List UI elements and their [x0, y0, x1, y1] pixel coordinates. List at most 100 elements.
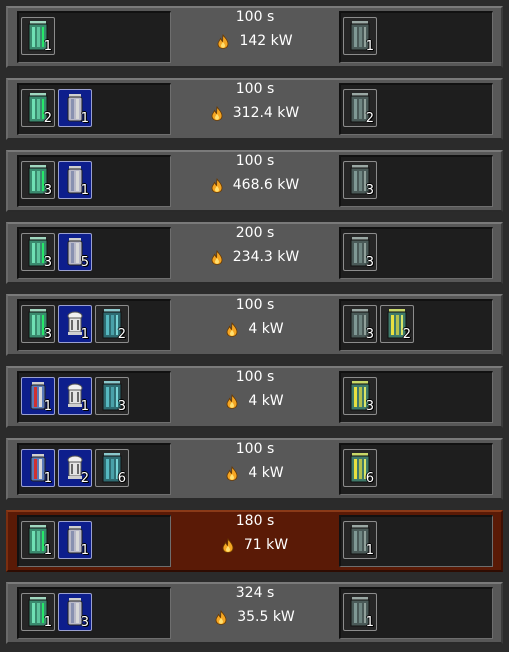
product-slots: 3 — [339, 371, 493, 423]
ingredient-slots: 1 — [17, 11, 171, 63]
recipe-row[interactable]: 1 3 324 s 35.5 kW 1 — [6, 582, 503, 644]
product-item[interactable]: 1 — [343, 593, 377, 631]
ingredient-item[interactable]: 3 — [21, 233, 55, 271]
product-slots: 1 — [339, 587, 493, 639]
ingredient-item[interactable]: 1 — [21, 17, 55, 55]
item-count: 3 — [365, 327, 374, 342]
item-count: 6 — [117, 471, 126, 486]
ingredient-item[interactable]: 1 — [58, 89, 92, 127]
product-item[interactable]: 3 — [343, 377, 377, 415]
power-output: 71 kW — [173, 537, 337, 553]
flame-icon — [215, 609, 227, 625]
ingredient-item[interactable]: 2 — [95, 305, 129, 343]
ingredient-item[interactable]: 1 — [21, 521, 55, 559]
ingredient-item[interactable]: 2 — [58, 449, 92, 487]
item-count: 1 — [43, 543, 52, 558]
item-count: 1 — [43, 471, 52, 486]
product-item[interactable]: 3 — [343, 305, 377, 343]
ingredient-item[interactable]: 3 — [21, 161, 55, 199]
product-item[interactable]: 1 — [343, 17, 377, 55]
craft-time: 180 s — [235, 513, 275, 529]
product-slots: 1 — [339, 11, 493, 63]
recipe-row[interactable]: 1 2 6 100 s 4 kW 6 — [6, 438, 503, 500]
product-item[interactable]: 2 — [343, 89, 377, 127]
recipe-info: 100 s 312.4 kW — [173, 80, 337, 138]
power-value: 142 kW — [239, 33, 293, 49]
item-count: 1 — [365, 39, 374, 54]
ingredient-item[interactable]: 6 — [95, 449, 129, 487]
item-count: 3 — [43, 327, 52, 342]
ingredient-item[interactable]: 1 — [21, 449, 55, 487]
flame-icon — [226, 465, 238, 481]
ingredient-item[interactable]: 5 — [58, 233, 92, 271]
craft-time: 100 s — [235, 81, 275, 97]
ingredient-item[interactable]: 1 — [58, 521, 92, 559]
ingredient-item[interactable]: 2 — [21, 89, 55, 127]
item-count: 1 — [43, 39, 52, 54]
product-slots: 1 — [339, 515, 493, 567]
recipe-info: 100 s 468.6 kW — [173, 152, 337, 210]
item-count: 3 — [43, 183, 52, 198]
ingredient-item[interactable]: 1 — [21, 593, 55, 631]
craft-time: 200 s — [235, 225, 275, 241]
ingredient-item[interactable]: 3 — [58, 593, 92, 631]
power-value: 35.5 kW — [237, 609, 295, 625]
flame-icon — [211, 177, 223, 193]
item-count: 1 — [43, 615, 52, 630]
item-count: 1 — [80, 543, 89, 558]
product-slots: 3 — [339, 155, 493, 207]
item-count: 1 — [80, 327, 89, 342]
ingredient-item[interactable]: 3 — [21, 305, 55, 343]
item-count: 3 — [43, 255, 52, 270]
ingredient-item[interactable]: 1 — [58, 377, 92, 415]
ingredient-item[interactable]: 1 — [58, 161, 92, 199]
item-count: 2 — [43, 111, 52, 126]
power-output: 468.6 kW — [173, 177, 337, 193]
flame-icon — [217, 33, 229, 49]
ingredient-item[interactable]: 1 — [58, 305, 92, 343]
flame-icon — [211, 105, 223, 121]
ingredient-item[interactable]: 1 — [21, 377, 55, 415]
power-value: 312.4 kW — [232, 105, 300, 121]
item-count: 5 — [80, 255, 89, 270]
recipe-row[interactable]: 1 1 180 s 71 kW 1 — [6, 510, 503, 572]
product-item[interactable]: 3 — [343, 161, 377, 199]
flame-icon — [226, 393, 238, 409]
ingredient-slots: 35 — [17, 227, 171, 279]
craft-time: 100 s — [235, 9, 275, 25]
craft-time: 324 s — [235, 585, 275, 601]
power-output: 142 kW — [173, 33, 337, 49]
product-item[interactable]: 1 — [343, 521, 377, 559]
item-count: 2 — [80, 471, 89, 486]
recipe-row[interactable]: 3 1 2 100 s4 kW 3 2 — [6, 294, 503, 356]
product-slots: 6 — [339, 443, 493, 495]
product-item[interactable]: 3 — [343, 233, 377, 271]
ingredient-slots: 1 2 6 — [17, 443, 171, 495]
item-count: 1 — [365, 615, 374, 630]
power-value: 468.6 kW — [232, 177, 300, 193]
item-count: 3 — [365, 399, 374, 414]
power-value: 4 kW — [248, 465, 284, 481]
power-value: 4 kW — [248, 393, 284, 409]
power-value: 4 kW — [248, 321, 284, 337]
recipe-row[interactable]: 3 5 200 s 234.3 kW 3 — [6, 222, 503, 284]
craft-time: 100 s — [235, 153, 275, 169]
product-slots: 3 — [339, 227, 493, 279]
recipe-info: 100 s 4 kW — [173, 440, 337, 498]
item-count: 3 — [365, 183, 374, 198]
recipe-row[interactable]: 3 1 100 s 468.6 kW 3 — [6, 150, 503, 212]
ingredient-item[interactable]: 3 — [95, 377, 129, 415]
recipe-info: 100 s 4 kW — [173, 368, 337, 426]
product-item[interactable]: 6 — [343, 449, 377, 487]
recipe-row[interactable]: 1 100 s 142 kW 1 — [6, 6, 503, 68]
recipe-row[interactable]: 2 1 100 s 312.4 kW 2 — [6, 78, 503, 140]
craft-time: 100 s — [235, 297, 275, 313]
product-slots: 2 — [339, 83, 493, 135]
item-count: 2 — [365, 111, 374, 126]
power-output: 4 kW — [173, 321, 337, 337]
ingredient-slots: 21 — [17, 83, 171, 135]
ingredient-slots: 13 — [17, 587, 171, 639]
product-item[interactable]: 2 — [380, 305, 414, 343]
recipe-row[interactable]: 1 1 3 100 s 4 kW 3 — [6, 366, 503, 428]
item-count: 6 — [365, 471, 374, 486]
